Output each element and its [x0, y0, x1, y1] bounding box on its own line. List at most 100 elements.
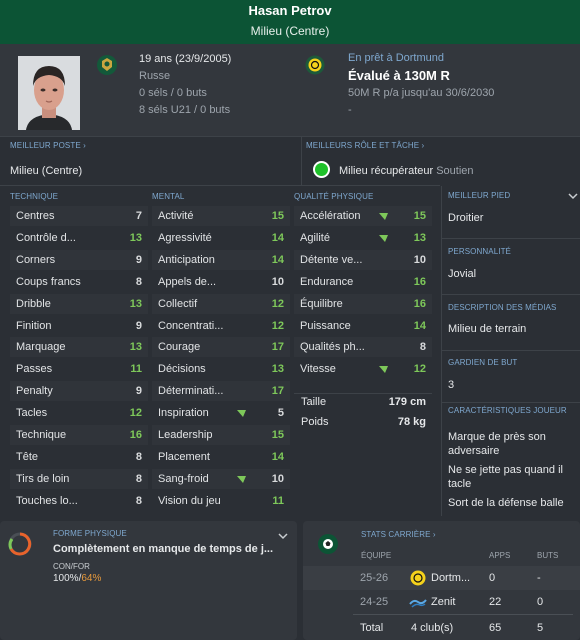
- chevron-down-icon[interactable]: [278, 533, 288, 540]
- col-goals: BUTS: [537, 551, 559, 560]
- attribute-row[interactable]: Vision du jeu 11: [152, 491, 290, 511]
- attribute-value: 13: [129, 297, 142, 310]
- attribute-value: 10: [271, 275, 284, 288]
- attribute-value: 17: [271, 385, 284, 398]
- attribute-row[interactable]: Placement 14: [152, 447, 290, 467]
- attribute-row[interactable]: Centres 7: [10, 206, 148, 226]
- divider: [441, 186, 442, 516]
- traits-list: Marque de près son adversaire Ne se jett…: [448, 430, 576, 516]
- attribute-row[interactable]: Anticipation 14: [152, 249, 290, 270]
- attribute-name: Inspiration: [158, 407, 209, 420]
- attribute-row[interactable]: Puissance 14: [294, 316, 432, 336]
- foot-value: Droitier: [448, 212, 484, 224]
- attribute-row[interactable]: Passes 11: [10, 359, 148, 379]
- attribute-value: 14: [271, 450, 284, 463]
- attribute-row[interactable]: Courage 17: [152, 337, 290, 358]
- conf-label: CON/FOR: [53, 562, 90, 571]
- attribute-row[interactable]: Collectif 12: [152, 293, 290, 314]
- foot-label: MEILLEUR PIED: [448, 191, 511, 200]
- career-card[interactable]: STATS CARRIÈRE › ÉQUIPE APPS BUTS 25-26 …: [303, 521, 580, 640]
- contract-extra: -: [348, 104, 352, 116]
- career-row[interactable]: 24-25 Zenit 22 0: [303, 590, 580, 614]
- attribute-name: Activité: [158, 210, 194, 222]
- divider: [442, 238, 580, 239]
- attribute-name: Vitesse: [300, 363, 336, 376]
- attribute-name: Qualités ph...: [300, 341, 365, 354]
- attribute-row[interactable]: Appels de... 10: [152, 272, 290, 292]
- attribute-name: Tacles: [16, 407, 48, 420]
- club-badge-icon[interactable]: [305, 55, 325, 75]
- attribute-value: 12: [129, 407, 142, 420]
- attribute-row[interactable]: Finition 9: [10, 316, 148, 336]
- team-name[interactable]: Dortm...: [431, 572, 470, 584]
- best-position-label[interactable]: MEILLEUR POSTE ›: [10, 141, 86, 150]
- attribute-row[interactable]: Contrôle d... 13: [10, 228, 148, 248]
- improvement-arrow-icon: [378, 234, 389, 243]
- career-label[interactable]: STATS CARRIÈRE ›: [361, 530, 436, 539]
- improvement-arrow-icon: [378, 212, 389, 221]
- attribute-row[interactable]: Technique 16: [10, 425, 148, 445]
- attribute-row[interactable]: Touches lo... 8: [10, 491, 148, 511]
- attribute-row[interactable]: Agilité 13: [294, 228, 432, 248]
- football-icon: [317, 533, 339, 555]
- attribute-name: Concentrati...: [158, 319, 224, 332]
- attribute-row[interactable]: Détente ve... 10: [294, 249, 432, 270]
- attribute-row[interactable]: Vitesse 12: [294, 359, 432, 379]
- player-nationality[interactable]: Russe: [139, 70, 170, 82]
- player-name: Hasan Petrov: [248, 3, 332, 18]
- attribute-row[interactable]: Équilibre 16: [294, 293, 432, 314]
- loan-link[interactable]: En prêt à Dortmund: [348, 52, 444, 64]
- player-position: Milieu (Centre): [250, 24, 330, 38]
- attribute-row[interactable]: Concentrati... 12: [152, 316, 290, 336]
- attribute-row[interactable]: Accélération 15: [294, 206, 432, 226]
- goals: 0: [537, 596, 544, 608]
- best-role-label[interactable]: MEILLEURS RÔLE ET TÂCHE ›: [306, 141, 424, 150]
- attribute-row[interactable]: Inspiration 5: [152, 403, 290, 423]
- attribute-row[interactable]: Tête 8: [10, 447, 148, 467]
- fitness-ring-icon: [7, 531, 33, 557]
- fitness-card[interactable]: FORME PHYSIQUE Complètement en manque de…: [0, 521, 297, 640]
- attribute-value: 9: [135, 385, 142, 398]
- conf-form-value: 100%/64%: [53, 573, 102, 584]
- body-measurements: Taille 179 cm Poids 78 kg: [294, 393, 432, 435]
- attribute-row[interactable]: Qualités ph... 8: [294, 337, 432, 358]
- attribute-row[interactable]: Tacles 12: [10, 403, 148, 423]
- technical-label: TECHNIQUE: [10, 192, 59, 201]
- attribute-row[interactable]: Agressivité 14: [152, 228, 290, 248]
- trait-item: Ne se jette pas quand il tacle: [448, 464, 563, 490]
- attribute-row[interactable]: Décisions 13: [152, 359, 290, 379]
- attribute-row[interactable]: Dribble 13: [10, 293, 148, 314]
- weight-value: 78 kg: [397, 416, 426, 428]
- divider: [301, 137, 302, 185]
- attribute-name: Tête: [16, 450, 39, 463]
- personality-label: PERSONNALITÉ: [448, 247, 511, 256]
- attribute-row[interactable]: Marquage 13: [10, 337, 148, 358]
- attribute-row[interactable]: Leadership 15: [152, 425, 290, 445]
- media-label: DESCRIPTION DES MÉDIAS: [448, 303, 557, 312]
- attribute-name: Agressivité: [158, 231, 212, 244]
- attribute-name: Collectif: [158, 297, 198, 310]
- chevron-down-icon[interactable]: [568, 193, 578, 200]
- attribute-value: 8: [135, 275, 142, 288]
- attribute-row[interactable]: Tirs de loin 8: [10, 468, 148, 489]
- attribute-value: 13: [129, 341, 142, 354]
- attribute-row[interactable]: Sang-froid 10: [152, 468, 290, 489]
- attribute-row[interactable]: Corners 9: [10, 249, 148, 270]
- weight-label: Poids: [301, 416, 329, 428]
- attribute-value: 10: [271, 472, 284, 485]
- career-row[interactable]: 25-26 Dortm... 0 -: [303, 566, 580, 590]
- attribute-name: Tirs de loin: [16, 472, 70, 485]
- attribute-row[interactable]: Coups francs 8: [10, 272, 148, 292]
- attribute-name: Équilibre: [300, 297, 343, 310]
- nation-badge-icon[interactable]: [96, 54, 118, 76]
- attribute-row[interactable]: Activité 15: [152, 206, 290, 226]
- improvement-arrow-icon: [378, 365, 389, 374]
- attribute-name: Anticipation: [158, 253, 215, 266]
- attribute-row[interactable]: Endurance 16: [294, 272, 432, 292]
- attribute-row[interactable]: Penalty 9: [10, 381, 148, 402]
- height-label: Taille: [301, 396, 327, 408]
- attribute-name: Détente ve...: [300, 253, 363, 266]
- team-name[interactable]: Zenit: [431, 596, 455, 608]
- total-clubs: 4 club(s): [411, 622, 454, 634]
- attribute-row[interactable]: Déterminati... 17: [152, 381, 290, 402]
